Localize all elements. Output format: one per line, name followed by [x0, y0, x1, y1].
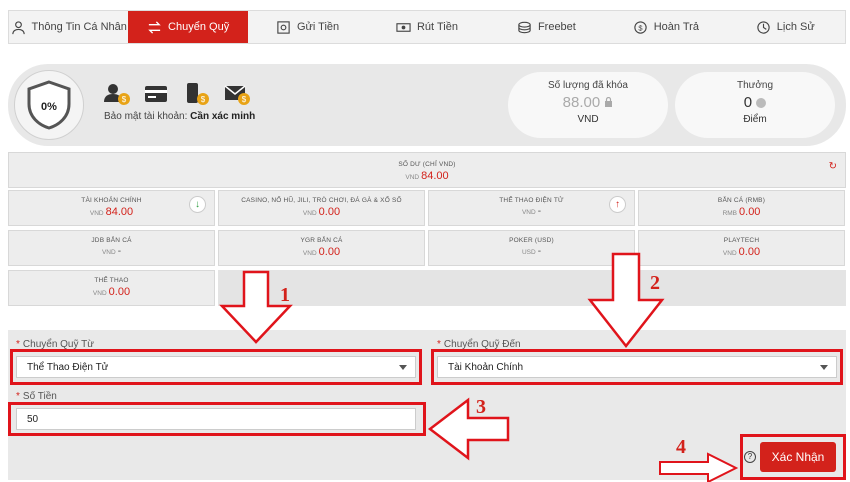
- tab-withdraw[interactable]: Rút Tiền: [367, 11, 486, 43]
- wallet-title: POKER (USD): [509, 237, 554, 244]
- balance-title: SỐ DƯ (CHỈ VND): [398, 161, 456, 168]
- user-icon: [11, 20, 25, 34]
- email-icon[interactable]: $: [224, 82, 250, 106]
- wallet-value: USD -: [521, 246, 542, 257]
- tab-label: Hoàn Trả: [653, 21, 699, 33]
- info-icon[interactable]: [756, 98, 767, 109]
- security-status: Bảo mật tài khoản: Cần xác minh: [104, 111, 255, 122]
- reward-label: Thưởng: [736, 80, 774, 91]
- wallet-title: THỂ THAO: [94, 277, 129, 284]
- arrow-down-icon[interactable]: ↓: [189, 196, 206, 213]
- wallet-title: JDB BẮN CÁ: [91, 237, 132, 244]
- security-percent: 0%: [41, 101, 57, 113]
- phone-icon[interactable]: $: [184, 82, 210, 106]
- svg-text:$: $: [242, 95, 247, 104]
- coins-icon: [518, 21, 531, 33]
- tab-personal-info[interactable]: Thông Tin Cá Nhân: [9, 11, 128, 43]
- wallet-title: YGR BẮN CÁ: [300, 237, 343, 244]
- security-status-value: Cần xác minh: [190, 111, 256, 122]
- total-balance: SỐ DƯ (CHỈ VND) VND 84.00 ↻: [8, 152, 846, 188]
- wallet-esports: THỂ THAO ĐIỆN TỬ VND - ↑: [428, 190, 635, 226]
- cash-icon: [396, 22, 411, 32]
- annotation-box-to: [431, 349, 843, 385]
- tab-label: Chuyển Quỹ: [168, 21, 230, 33]
- wallet-value: VND 0.00: [722, 246, 761, 258]
- main-tabs: Thông Tin Cá Nhân Chuyển Quỹ Gửi Tiền Rú…: [8, 10, 846, 44]
- annotation-number: 3: [476, 396, 486, 418]
- tab-refund[interactable]: $ Hoàn Trả: [606, 11, 725, 43]
- verification-icons: $ $ $: [104, 82, 250, 106]
- tab-label: Gửi Tiền: [296, 21, 340, 33]
- annotation-number: 2: [650, 272, 660, 294]
- reward-value: 0: [675, 94, 835, 111]
- arrow-up-icon[interactable]: ↑: [609, 196, 626, 213]
- shield-icon: 0%: [27, 80, 71, 130]
- empty-grid-space: [218, 270, 846, 306]
- balance-value: VND 84.00: [405, 170, 449, 182]
- wallet-fishing-rmb: BẮN CÁ (RMB) RMB 0.00: [638, 190, 845, 226]
- user-verify-icon[interactable]: $: [104, 82, 130, 106]
- wallet-playtech: PLAYTECH VND 0.00: [638, 230, 845, 266]
- amount-label: * Số Tiền: [16, 391, 57, 402]
- wallet-sports: THỂ THAO VND 0.00: [8, 270, 215, 306]
- wallet-value: VND 84.00: [89, 206, 134, 218]
- wallet-main: TÀI KHOẢN CHÍNH VND 84.00 ↓: [8, 190, 215, 226]
- security-prefix: Bảo mật tài khoản:: [104, 111, 188, 122]
- locked-label: Số lượng đã khóa: [548, 80, 628, 91]
- locked-amount-card: Số lượng đã khóa 88.00 VND: [508, 72, 668, 138]
- annotation-number: 1: [280, 284, 290, 306]
- safe-icon: [277, 20, 290, 34]
- wallet-title: TÀI KHOẢN CHÍNH: [81, 197, 142, 204]
- wallet-value: VND -: [521, 206, 542, 217]
- svg-text:$: $: [638, 23, 643, 32]
- security-level: 0%: [14, 70, 84, 140]
- tab-label: Rút Tiền: [416, 21, 458, 33]
- wallet-title: BẮN CÁ (RMB): [717, 197, 766, 204]
- card-icon[interactable]: [144, 82, 170, 106]
- history-icon: [757, 20, 770, 34]
- reward-card: Thưởng 0 Điểm: [675, 72, 835, 138]
- lock-icon: [605, 96, 613, 107]
- wallet-casino: CASINO, NỔ HŨ, JILI, TRÒ CHƠI, ĐÁ GÀ & X…: [218, 190, 425, 226]
- locked-value: 88.00: [508, 94, 668, 111]
- reward-unit: Điểm: [743, 114, 767, 125]
- tab-history[interactable]: Lịch Sử: [726, 11, 845, 43]
- wallet-value: RMB 0.00: [722, 206, 761, 218]
- wallet-value: VND -: [101, 246, 122, 257]
- tab-transfer[interactable]: Chuyển Quỹ: [128, 11, 248, 43]
- refund-icon: $: [634, 20, 647, 34]
- annotation-box-confirm: [740, 434, 846, 480]
- wallet-value: VND 0.00: [302, 246, 341, 258]
- annotation-box-from: [10, 349, 422, 385]
- wallet-jdb-fishing: JDB BẮN CÁ VND -: [8, 230, 215, 266]
- tab-freebet[interactable]: Freebet: [487, 11, 606, 43]
- wallet-poker: POKER (USD) USD -: [428, 230, 635, 266]
- wallet-title: PLAYTECH: [723, 237, 760, 244]
- wallet-title: CASINO, NỔ HŨ, JILI, TRÒ CHƠI, ĐÁ GÀ & X…: [241, 197, 402, 204]
- annotation-number: 4: [676, 436, 686, 458]
- wallet-title: THỂ THAO ĐIỆN TỬ: [499, 197, 564, 204]
- tab-label: Freebet: [537, 21, 576, 33]
- transfer-icon: [148, 20, 161, 34]
- wallet-ygr-fishing: YGR BẮN CÁ VND 0.00: [218, 230, 425, 266]
- svg-text:$: $: [122, 95, 127, 104]
- refresh-icon[interactable]: ↻: [829, 161, 837, 172]
- locked-unit: VND: [577, 114, 599, 125]
- wallet-value: VND 0.00: [92, 286, 131, 298]
- tab-label: Lịch Sử: [776, 21, 815, 33]
- tab-deposit[interactable]: Gửi Tiền: [248, 11, 367, 43]
- security-panel: 0% $ $ $ Bảo mật tài khoản: Cần xác minh…: [8, 64, 846, 146]
- svg-text:$: $: [201, 95, 206, 104]
- wallet-value: VND 0.00: [302, 206, 341, 218]
- tab-label: Thông Tin Cá Nhân: [31, 21, 127, 33]
- annotation-box-amount: [8, 402, 426, 436]
